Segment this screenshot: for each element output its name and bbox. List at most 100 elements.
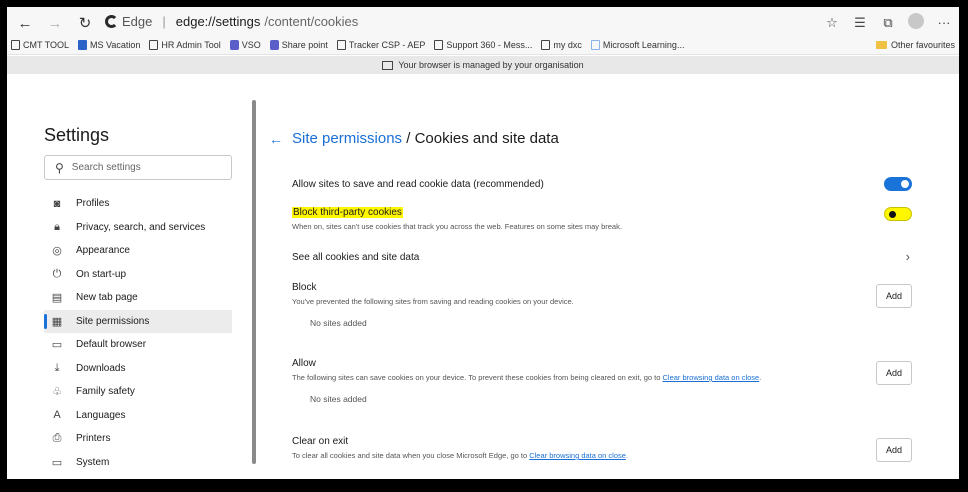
favorite-label: Support 360 - Mess...	[446, 40, 533, 50]
see-all-row[interactable]: See all cookies and site data ›	[292, 249, 912, 267]
family-icon: ♧	[52, 386, 62, 399]
main-content: ← Site permissions / Cookies and site da…	[269, 75, 959, 479]
sidebar-item-languages[interactable]: A Languages	[44, 404, 232, 428]
nav-row: ← → ↻ Edge | edge://settings/content/coo…	[7, 13, 959, 35]
sidebar-item-profiles[interactable]: ◙ Profiles	[44, 192, 232, 216]
sidebar-item-privacy[interactable]: 🔒︎ Privacy, search, and services	[44, 216, 232, 240]
search-input[interactable]: ⚲ Search settings	[44, 155, 232, 180]
allow-empty: No sites added	[310, 394, 367, 404]
favorite-item[interactable]: CMT TOOL	[11, 40, 69, 50]
clear-on-exit-desc-end: .	[625, 451, 629, 460]
favorite-item[interactable]: MS Vacation	[78, 40, 140, 50]
power-icon: ⏻	[52, 267, 62, 280]
favorite-item[interactable]: Microsoft Learning...	[590, 40, 684, 50]
managed-text: Your browser is managed by your organisa…	[398, 60, 584, 70]
sidebar-item-appearance[interactable]: ◎ Appearance	[44, 239, 232, 263]
forward-button[interactable]: →	[45, 13, 65, 33]
edge-logo-icon	[105, 15, 118, 28]
favorites-bar: CMT TOOL MS Vacation HR Admin Tool VSO S…	[7, 36, 959, 54]
allow-cookies-row: Allow sites to save and read cookie data…	[292, 177, 912, 193]
page-icon	[336, 40, 346, 50]
sidebar-item-system[interactable]: ▭ System	[44, 451, 232, 475]
sidebar-item-label: Default browser	[76, 339, 147, 351]
favorite-label: MS Vacation	[90, 40, 141, 50]
sidebar-item-family-safety[interactable]: ♧ Family safety	[44, 380, 232, 404]
breadcrumb-separator: /	[402, 130, 415, 147]
favorite-label: HR Admin Tool	[161, 40, 221, 50]
sidebar-item-printers[interactable]: ⎙ Printers	[44, 427, 232, 451]
address-bar[interactable]: Edge | edge://settings/content/cookies	[105, 14, 358, 29]
forward-arrow-icon: →	[47, 14, 63, 32]
clear-browsing-link[interactable]: Clear browsing data on close	[663, 373, 760, 382]
sidebar-item-label: Family safety	[76, 386, 135, 398]
favorite-label: VSO	[241, 40, 261, 50]
more-icon[interactable]: ···	[935, 15, 953, 30]
lock-icon: 🔒︎	[54, 220, 60, 233]
sidebar-item-downloads[interactable]: ⤓ Downloads	[44, 357, 232, 381]
allow-cookies-toggle[interactable]	[884, 177, 912, 191]
refresh-button[interactable]: ↻	[75, 13, 95, 33]
back-button[interactable]: ←	[15, 13, 35, 33]
sidebar-item-label: Site permissions	[76, 315, 150, 327]
clear-browsing-link[interactable]: Clear browsing data on close	[529, 451, 626, 460]
vso-icon	[229, 40, 239, 50]
clear-on-exit-add-button[interactable]: Add	[876, 438, 912, 462]
favorites-icon[interactable]: ☰	[851, 15, 869, 31]
block-third-party-toggle[interactable]	[884, 207, 912, 221]
search-icon: ⚲	[55, 160, 64, 175]
profile-icon: ◙	[53, 197, 61, 210]
block-section: Block You've prevented the following sit…	[292, 282, 912, 332]
sidebar-item-startup[interactable]: ⏻ On start-up	[44, 263, 232, 287]
favorite-label: Tracker CSP - AEP	[348, 40, 426, 50]
clear-on-exit-title: Clear on exit	[292, 436, 349, 447]
settings-title: Settings	[44, 125, 110, 145]
back-arrow-icon[interactable]: ←	[269, 131, 283, 147]
page-icon	[11, 40, 20, 50]
sidebar-item-newtab[interactable]: ▤ New tab page	[44, 286, 232, 310]
learning-icon	[590, 40, 600, 50]
block-third-party-row: Block third-party cookies When on, sites…	[292, 207, 912, 235]
sidebar-item-site-permissions[interactable]: ▦ Site permissions	[44, 309, 232, 333]
newtab-icon: ▤	[51, 292, 63, 305]
breadcrumb-link[interactable]: Site permissions	[292, 130, 402, 147]
address-host: edge://settings	[175, 14, 261, 29]
favorite-label: my dxc	[553, 40, 582, 50]
page-header: ← Site permissions / Cookies and site da…	[269, 130, 559, 147]
star-icon[interactable]: ☆	[823, 15, 841, 31]
allow-desc-end: .	[759, 373, 762, 382]
block-third-party-label: Block third-party cookies	[292, 207, 912, 218]
briefcase-icon	[382, 60, 394, 70]
block-empty: No sites added	[310, 318, 367, 328]
sidebar-item-default-browser[interactable]: ▭ Default browser	[44, 333, 232, 357]
toolbar-right-icons: ☆ ☰ ⧉ ···	[823, 13, 953, 32]
sidebar-item-label: New tab page	[76, 292, 138, 304]
sidebar-item-label: System	[76, 456, 110, 468]
clear-on-exit-section: Clear on exit To clear all cookies and s…	[292, 436, 912, 466]
favorite-item[interactable]: my dxc	[541, 40, 582, 50]
sidebar-item-label: Privacy, search, and services	[76, 221, 206, 233]
block-add-button[interactable]: Add	[876, 284, 912, 308]
collections-icon[interactable]: ⧉	[879, 15, 897, 31]
allow-add-button[interactable]: Add	[876, 361, 912, 385]
other-favourites[interactable]: Other favourites	[875, 40, 955, 50]
block-title: Block	[292, 282, 317, 293]
page-icon	[434, 40, 444, 50]
back-arrow-icon: ←	[17, 14, 33, 32]
allow-desc-text: The following sites can save cookies on …	[292, 373, 663, 382]
block-third-party-text: Block third-party cookies	[292, 207, 403, 218]
favorite-item[interactable]: VSO	[229, 40, 261, 50]
palette-icon: ◎	[52, 245, 62, 258]
favorite-item[interactable]: Share point	[269, 40, 328, 50]
favorite-item[interactable]: Tracker CSP - AEP	[336, 40, 426, 50]
managed-banner: Your browser is managed by your organisa…	[7, 56, 959, 74]
app-icon	[78, 40, 88, 50]
profile-icon[interactable]	[907, 13, 925, 32]
favorite-item[interactable]: Support 360 - Mess...	[434, 40, 532, 50]
allow-section: Allow The following sites can save cooki…	[292, 358, 912, 408]
browser-window: ← → ↻ Edge | edge://settings/content/coo…	[7, 7, 959, 479]
sidebar-scrollbar[interactable]	[252, 100, 256, 464]
favorite-item[interactable]: HR Admin Tool	[149, 40, 221, 50]
page-title: Site permissions / Cookies and site data	[292, 130, 559, 147]
browser-icon: ▭	[51, 339, 63, 352]
allow-title: Allow	[292, 358, 316, 369]
